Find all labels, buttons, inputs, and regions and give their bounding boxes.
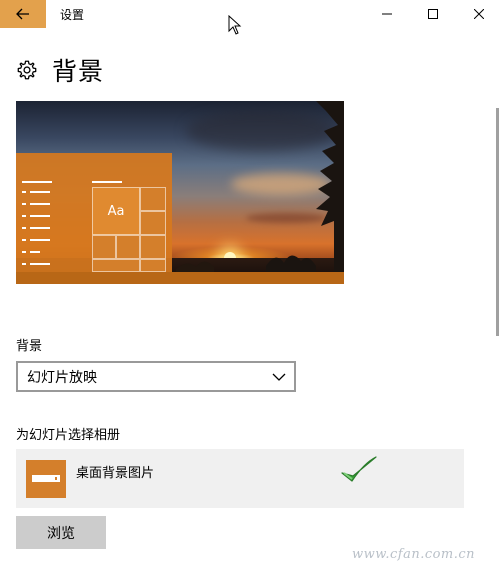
minimize-icon	[382, 13, 392, 15]
album-item-label: 桌面背景图片	[76, 466, 155, 481]
page-title: 背景	[52, 57, 105, 86]
maximize-icon	[428, 9, 438, 19]
preview-tile-text: Aa	[107, 203, 125, 219]
background-label: 背景	[16, 339, 43, 354]
preview-tile: Aa	[92, 187, 140, 235]
page-header: 背景	[16, 52, 104, 88]
back-button[interactable]	[0, 0, 46, 28]
close-icon	[474, 9, 484, 19]
folder-icon	[26, 460, 66, 498]
app-title: 设置	[60, 8, 85, 22]
watermark: www.cfan.com.cn	[352, 547, 476, 562]
preview-taskbar	[16, 272, 344, 284]
browse-button[interactable]: 浏览	[16, 516, 106, 549]
gear-icon	[17, 60, 37, 80]
background-type-dropdown[interactable]: 幻灯片放映	[16, 361, 296, 392]
title-bar: 设置	[0, 0, 500, 28]
desktop-preview: Aa	[16, 101, 344, 284]
background-type-value: 幻灯片放映	[27, 369, 97, 386]
album-section-label: 为幻灯片选择相册	[16, 428, 121, 443]
preview-start-menu: Aa	[16, 153, 172, 272]
back-arrow-icon	[16, 8, 29, 20]
chevron-down-icon	[272, 373, 286, 381]
checkmark-icon	[341, 456, 377, 482]
maximize-button[interactable]	[410, 0, 456, 28]
album-item[interactable]: 桌面背景图片	[16, 449, 464, 508]
scrollbar[interactable]	[496, 108, 499, 336]
close-button[interactable]	[456, 0, 500, 28]
minimize-button[interactable]	[364, 0, 410, 28]
mouse-cursor-icon	[228, 15, 242, 35]
